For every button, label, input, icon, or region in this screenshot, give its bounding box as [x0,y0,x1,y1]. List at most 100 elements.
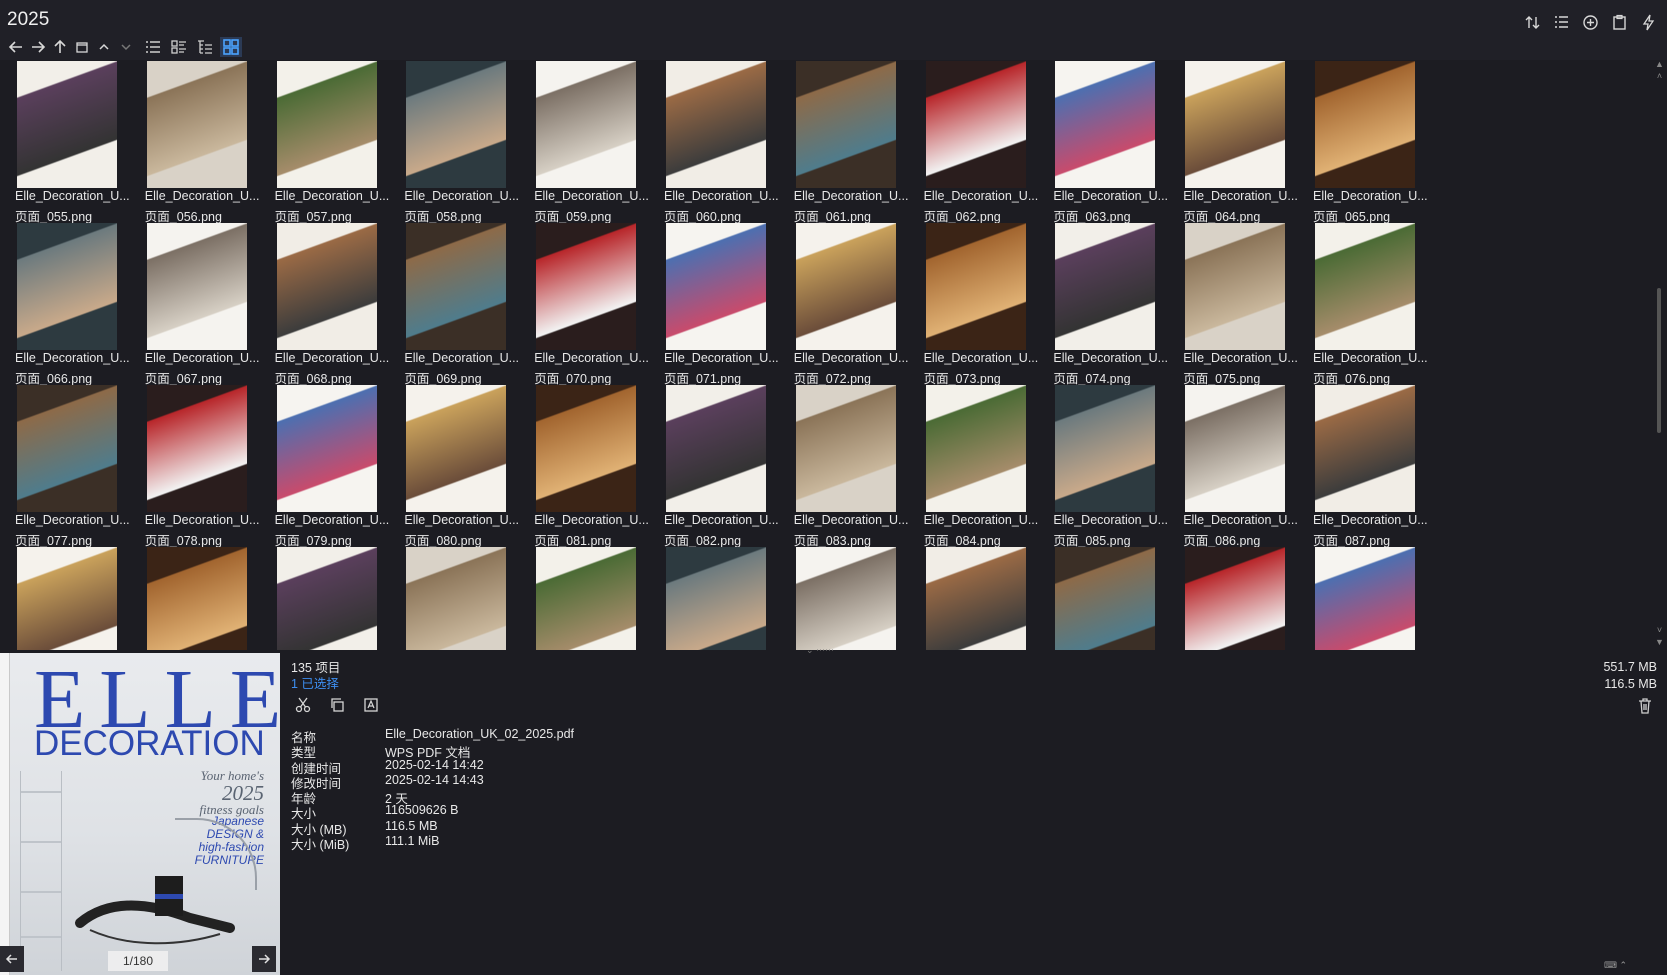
page-thumbnail[interactable] [1315,385,1415,512]
scroll-top-icon[interactable]: ˄ [1655,72,1664,81]
page-thumbnail[interactable] [1055,61,1156,188]
thumbnail-tile[interactable]: Elle_Decoration_U... 页面_076.png [1305,218,1435,386]
next-page-button[interactable] [252,946,276,972]
thumbnail-tile[interactable]: Elle_Decoration_U... 页面_077.png [7,380,137,548]
page-thumbnail[interactable] [17,385,117,512]
page-thumbnail[interactable] [1315,223,1415,350]
previous-page-button[interactable] [0,946,24,972]
thumbnail-tile[interactable]: Elle_Decoration_U... 页面_065.png [1305,60,1435,224]
clipboard-icon[interactable] [1608,12,1630,32]
page-thumbnail[interactable] [146,223,247,350]
page-thumbnail[interactable] [536,61,637,188]
forward-icon[interactable] [28,37,48,57]
page-thumbnail[interactable] [795,223,896,350]
thumbnail-tile[interactable] [137,542,267,650]
page-thumbnail[interactable] [1185,61,1286,188]
page-thumbnail[interactable] [406,547,507,650]
page-thumbnail[interactable] [1315,547,1415,650]
thumbnail-tile[interactable] [916,542,1046,650]
page-thumbnail[interactable] [146,385,247,512]
list-view-icon[interactable] [168,37,190,57]
vertical-scrollbar[interactable]: ▲ ˄ ˅ ▼ [1652,60,1667,650]
thumbnail-tile[interactable]: Elle_Decoration_U... 页面_080.png [396,380,526,548]
page-thumbnail[interactable] [406,61,507,188]
view-options-icon[interactable] [1550,12,1572,32]
page-thumbnail[interactable] [406,223,507,350]
thumbnail-tile[interactable] [786,542,916,650]
property-value[interactable]: WPS PDF 文档 [385,742,470,760]
thumbnail-tile[interactable]: Elle_Decoration_U... 页面_079.png [267,380,397,548]
property-value[interactable]: 2025-02-14 14:43 [385,773,484,788]
page-thumbnail[interactable] [276,223,377,350]
thumbnail-tile[interactable]: Elle_Decoration_U... 页面_072.png [786,218,916,386]
page-thumbnail[interactable] [1185,223,1286,350]
sort-icon[interactable] [1521,12,1543,32]
thumbnail-tile[interactable]: Elle_Decoration_U... 页面_081.png [526,380,656,548]
thumbnail-tile[interactable]: Elle_Decoration_U... 页面_057.png [267,60,397,224]
tree-view-icon[interactable] [194,37,216,57]
thumbnail-tile[interactable]: Elle_Decoration_U... 页面_066.png [7,218,137,386]
rename-icon[interactable] [360,695,382,715]
page-thumbnail[interactable] [925,61,1026,188]
up-icon[interactable] [50,37,70,57]
page-thumbnail[interactable] [17,547,117,650]
page-thumbnail[interactable] [1055,223,1156,350]
details-view-icon[interactable] [142,37,164,57]
thumbnail-tile[interactable]: Elle_Decoration_U... 页面_067.png [137,218,267,386]
thumbnail-tile[interactable] [526,542,656,650]
thumbnail-tile[interactable]: Elle_Decoration_U... 页面_059.png [526,60,656,224]
page-thumbnail[interactable] [795,61,896,188]
thumbnail-view-icon[interactable] [220,37,242,57]
scrollbar-thumb[interactable] [1657,288,1661,433]
thumbnail-tile[interactable] [656,542,786,650]
thumbnail-tile[interactable]: Elle_Decoration_U... 页面_058.png [396,60,526,224]
property-value[interactable]: 116509626 B [385,803,458,818]
page-thumbnail[interactable] [1055,547,1156,650]
thumbnail-tile[interactable]: Elle_Decoration_U... 页面_084.png [916,380,1046,548]
page-thumbnail[interactable] [146,547,247,650]
scroll-up-icon[interactable]: ▲ [1655,60,1664,69]
thumbnail-tile[interactable]: Elle_Decoration_U... 页面_060.png [656,60,786,224]
page-thumbnail[interactable] [146,61,247,188]
property-value[interactable]: 2025-02-14 14:42 [385,758,484,773]
page-thumbnail[interactable] [536,385,637,512]
thumbnail-tile[interactable]: Elle_Decoration_U... 页面_078.png [137,380,267,548]
page-thumbnail[interactable] [666,385,766,512]
page-thumbnail[interactable] [1185,385,1286,512]
page-thumbnail[interactable] [276,547,377,650]
thumbnail-tile[interactable] [396,542,526,650]
page-thumbnail[interactable] [925,547,1026,650]
chevron-up-icon[interactable] [94,37,114,57]
page-thumbnail[interactable] [276,385,377,512]
page-thumbnail[interactable] [795,547,896,650]
property-value[interactable]: Elle_Decoration_UK_02_2025.pdf [385,727,574,742]
page-thumbnail[interactable] [17,223,117,350]
thumbnail-tile[interactable]: Elle_Decoration_U... 页面_061.png [786,60,916,224]
thumbnail-tile[interactable]: Elle_Decoration_U... 页面_087.png [1305,380,1435,548]
thumbnail-tile[interactable]: Elle_Decoration_U... 页面_068.png [267,218,397,386]
page-thumbnail[interactable] [666,547,766,650]
page-thumbnail[interactable] [536,547,637,650]
thumbnail-tile[interactable]: Elle_Decoration_U... 页面_070.png [526,218,656,386]
page-thumbnail[interactable] [17,61,117,188]
cut-icon[interactable] [292,695,314,715]
page-thumbnail[interactable] [925,385,1026,512]
page-thumbnail[interactable] [666,223,766,350]
property-value[interactable]: 2 天 [385,788,408,806]
thumbnail-tile[interactable]: Elle_Decoration_U... 页面_073.png [916,218,1046,386]
page-thumbnail[interactable] [666,61,766,188]
add-icon[interactable] [1579,12,1601,32]
lightning-icon[interactable] [1637,12,1659,32]
thumbnail-tile[interactable]: Elle_Decoration_U... 页面_085.png [1045,380,1175,548]
thumbnail-tile[interactable]: Elle_Decoration_U... 页面_063.png [1045,60,1175,224]
thumbnail-tile[interactable]: Elle_Decoration_U... 页面_062.png [916,60,1046,224]
thumbnail-tile[interactable]: Elle_Decoration_U... 页面_071.png [656,218,786,386]
property-value[interactable]: 116.5 MB [385,819,438,834]
thumbnail-tile[interactable] [1045,542,1175,650]
thumbnail-tile[interactable]: Elle_Decoration_U... 页面_074.png [1045,218,1175,386]
copy-icon[interactable] [326,695,348,715]
collapse-pane-icon[interactable] [72,37,92,57]
thumbnail-tile[interactable]: Elle_Decoration_U... 页面_075.png [1175,218,1305,386]
thumbnail-tile[interactable]: Elle_Decoration_U... 页面_086.png [1175,380,1305,548]
thumbnail-tile[interactable]: Elle_Decoration_U... 页面_056.png [137,60,267,224]
